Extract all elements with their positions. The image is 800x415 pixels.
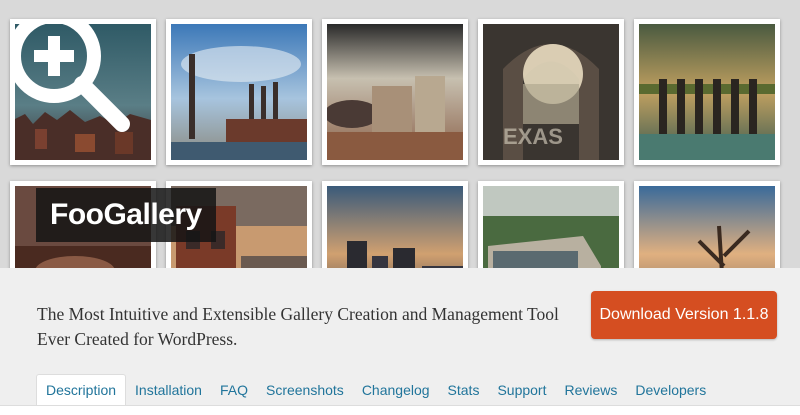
tab-developers[interactable]: Developers <box>626 374 715 405</box>
tab-faq[interactable]: FAQ <box>211 374 257 405</box>
tabs-divider <box>0 405 800 415</box>
gallery-thumbnail[interactable] <box>478 181 624 268</box>
gallery-thumbnail[interactable] <box>634 181 780 268</box>
gallery-thumbnail[interactable] <box>322 181 468 268</box>
tab-screenshots[interactable]: Screenshots <box>257 374 353 405</box>
tab-reviews[interactable]: Reviews <box>556 374 627 405</box>
gallery-thumbnail[interactable]: EXAS <box>478 19 624 165</box>
plugin-banner: EXAS FooGallery <box>0 0 800 268</box>
gallery-thumbnail[interactable] <box>166 19 312 165</box>
gallery-thumbnail[interactable] <box>634 19 780 165</box>
tab-support[interactable]: Support <box>488 374 555 405</box>
gallery-thumbnail[interactable] <box>322 19 468 165</box>
tab-stats[interactable]: Stats <box>439 374 489 405</box>
plugin-description: The Most Intuitive and Extensible Galler… <box>37 304 559 349</box>
zoom-icon <box>15 24 130 132</box>
svg-text:EXAS: EXAS <box>503 124 563 149</box>
tab-changelog[interactable]: Changelog <box>353 374 439 405</box>
tab-description[interactable]: Description <box>36 374 127 405</box>
tab-installation[interactable]: Installation <box>126 374 211 405</box>
plugin-tabs: Description Installation FAQ Screenshots… <box>36 374 715 405</box>
download-button[interactable]: Download Version 1.1.8 <box>591 291 777 339</box>
gallery-thumbnail[interactable] <box>10 19 156 165</box>
plugin-title: FooGallery <box>36 188 216 242</box>
